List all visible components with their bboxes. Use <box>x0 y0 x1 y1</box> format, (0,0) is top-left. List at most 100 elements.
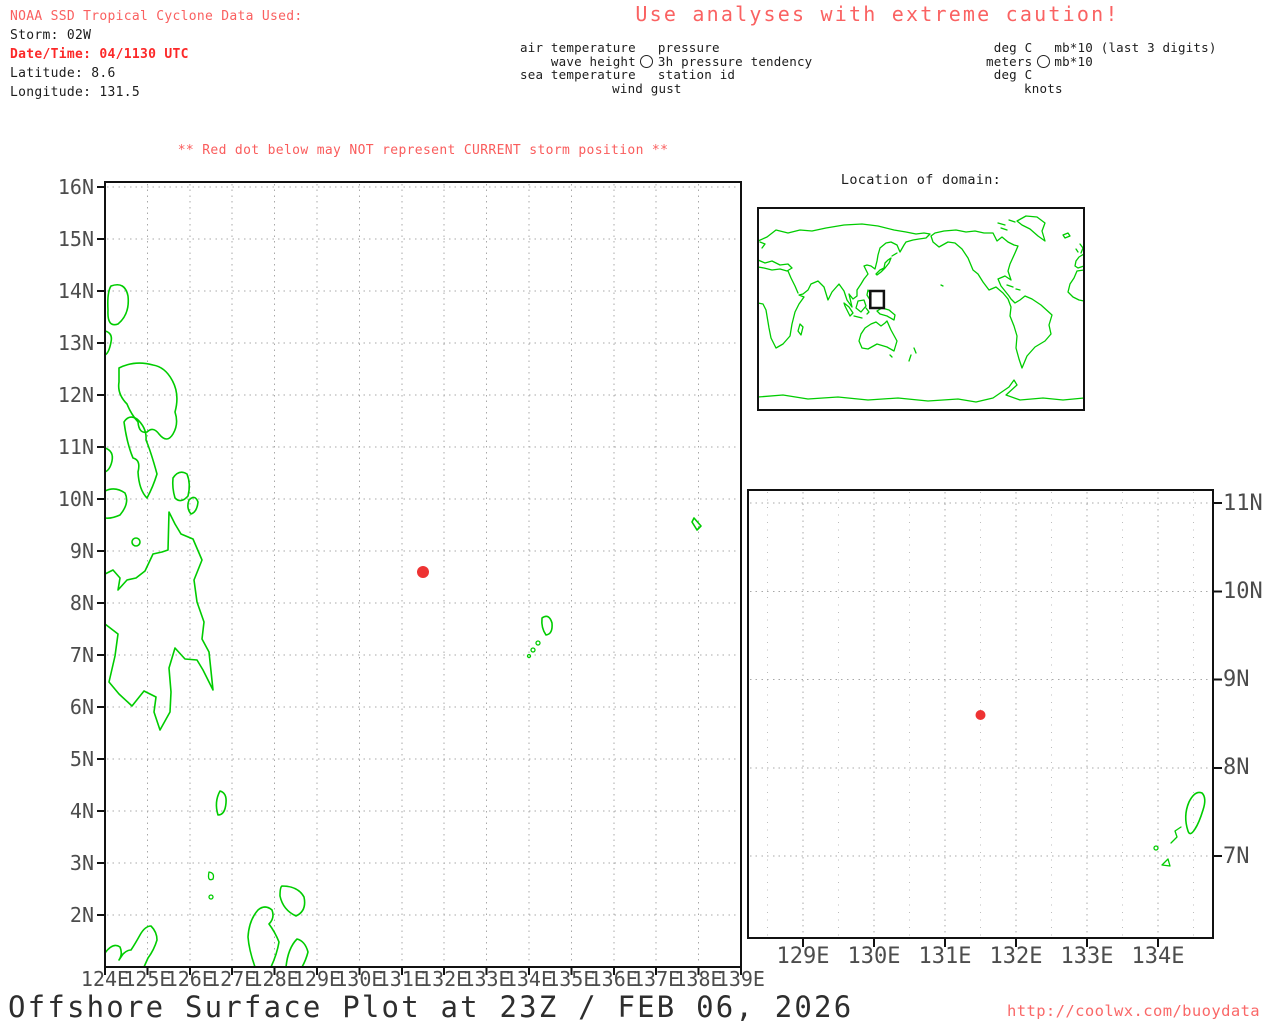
coastline-palau-koror <box>1171 827 1181 843</box>
coastline-islet <box>209 895 213 899</box>
lat-tick-label: 3N <box>70 851 94 875</box>
lon-tick-label: 134E <box>1132 944 1185 969</box>
lon-tick-label: 136E <box>590 969 638 989</box>
source-url-link[interactable]: http://coolwx.com/buoydata <box>1007 1002 1260 1020</box>
coastline-new-guinea <box>877 308 895 320</box>
lon-tick-label: 138E <box>674 969 722 989</box>
lat-tick-label: 12N <box>58 383 94 407</box>
unit-knots: knots <box>1024 82 1063 96</box>
coastline-caribbean <box>1007 285 1020 290</box>
coastline-afro-eurasia <box>758 224 930 348</box>
coastline-mindanao <box>105 512 213 730</box>
units-legend: deg C mb*10 (last 3 digits) meters mb*10… <box>986 41 1217 95</box>
world-inset-map <box>758 208 1084 410</box>
world-coastlines <box>758 216 1084 402</box>
lat-tick-label: 7N <box>70 643 94 667</box>
lat-tick-label: 9N <box>1223 667 1250 692</box>
storm-position-warning: ** Red dot below may NOT represent CURRE… <box>105 143 741 158</box>
coastline-japan <box>876 253 897 275</box>
lon-tick-label: 130E <box>335 969 383 989</box>
legend-pressure: pressure <box>658 41 813 55</box>
coastline-indonesia <box>798 300 869 335</box>
main-map-lon-axis: 124E125E126E127E128E129E130E131E132E133E… <box>105 969 741 989</box>
lat-tick-label: 5N <box>70 747 94 771</box>
lat-tick-label: 2N <box>70 903 94 927</box>
lat-tick-label: 4N <box>70 799 94 823</box>
legend-wind-gust: wind gust <box>612 82 682 96</box>
coastline-halmahera-east <box>286 939 308 967</box>
lat-tick-label: 11N <box>1223 491 1263 516</box>
zoom-map-lon-axis: 129E130E131E132E133E134E <box>803 944 1158 969</box>
lon-tick-label: 125E <box>123 969 171 989</box>
lon-tick-label: 133E <box>1061 944 1114 969</box>
coastline-siargao <box>188 497 198 514</box>
zoom-map-graticule <box>750 492 1222 947</box>
lat-tick-label: 8N <box>70 591 94 615</box>
unit-meters: meters <box>986 55 1032 69</box>
legend-station-id: station id <box>658 68 813 82</box>
coastline-iberia-west-africa <box>1068 254 1084 301</box>
coastline-yap <box>692 518 701 530</box>
station-circle-icon <box>1037 55 1050 68</box>
lon-tick-label: 126E <box>166 969 214 989</box>
lat-tick-label: 13N <box>58 331 94 355</box>
coastline-hawaii <box>941 285 943 286</box>
coastline-greenland <box>1017 216 1045 241</box>
coastline-europe-mediterranean <box>758 242 798 293</box>
coastline-iceland <box>1063 233 1070 238</box>
lon-tick-label: 132E <box>420 969 468 989</box>
unit-deg-c-air: deg C <box>986 41 1032 55</box>
coastline-arctic-islands <box>998 220 1015 230</box>
storm-info-block: NOAA SSD Tropical Cyclone Data Used: Sto… <box>10 7 303 102</box>
coastline-bohol <box>105 489 127 518</box>
coastline-morotai <box>280 886 305 916</box>
station-model-legend: air temperature pressure wave height 3h … <box>520 41 812 95</box>
coastline-camiguin <box>132 538 140 546</box>
station-circle-icon <box>640 55 653 68</box>
lon-tick-label: 137E <box>632 969 680 989</box>
legend-sea-temperature: sea temperature <box>520 68 636 82</box>
offshore-surface-plot-page: NOAA SSD Tropical Cyclone Data Used: Sto… <box>0 0 1280 1024</box>
lon-tick-label: 129E <box>293 969 341 989</box>
coastline-australia <box>859 321 897 357</box>
coastline-antarctica <box>758 380 1084 402</box>
lon-tick-label: 131E <box>919 944 972 969</box>
data-source-line: NOAA SSD Tropical Cyclone Data Used: <box>10 7 303 26</box>
storm-id-line: Storm: 02W <box>10 26 303 45</box>
lon-tick-label: 131E <box>378 969 426 989</box>
coastline-palau-islet <box>531 648 535 652</box>
coastline-british-isles <box>1076 244 1083 253</box>
legend-air-temperature: air temperature <box>520 41 636 55</box>
storm-position-dot <box>417 566 429 578</box>
zoom-map-lat-axis: 11N10N9N8N7N <box>1223 503 1280 856</box>
lon-tick-label: 139E <box>717 969 765 989</box>
lat-tick-label: 9N <box>70 539 94 563</box>
plot-title: Offshore Surface Plot at 23Z / FEB 06, 2… <box>8 992 853 1022</box>
lat-tick-label: 10N <box>1223 579 1263 604</box>
lat-tick-label: 8N <box>1223 755 1250 780</box>
legend-pressure-tendency: 3h pressure tendency <box>658 55 813 69</box>
coastline-sulawesi <box>105 926 157 967</box>
lon-tick-label: 124E <box>81 969 129 989</box>
lon-tick-label: 133E <box>462 969 510 989</box>
lon-tick-label: 135E <box>547 969 595 989</box>
main-map-lat-axis: 16N15N14N13N12N11N10N9N8N7N6N5N4N3N2N <box>18 187 94 915</box>
lat-tick-label: 15N <box>58 227 94 251</box>
lat-tick-label: 6N <box>70 695 94 719</box>
zoom-map-coastlines <box>1154 792 1205 866</box>
lon-tick-label: 127E <box>208 969 256 989</box>
coastline-islet <box>209 872 214 880</box>
coastline-new-zealand <box>909 348 916 361</box>
lon-tick-label: 128E <box>250 969 298 989</box>
unit-deg-c-sea: deg C <box>986 68 1032 82</box>
legend-wave-height: wave height <box>520 55 636 69</box>
coastline-palau-islet <box>1162 859 1170 866</box>
lat-tick-label: 10N <box>58 487 94 511</box>
caution-headline: Use analyses with extreme caution! <box>620 2 1135 26</box>
coastline-palau-islet <box>528 655 531 658</box>
coastline-dinagat <box>173 472 190 500</box>
unit-pressure-mb: mb*10 (last 3 digits) <box>1054 41 1216 55</box>
unit-tendency-mb: mb*10 <box>1054 55 1216 69</box>
storm-datetime-line: Date/Time: 04/1130 UTC <box>10 45 303 64</box>
lat-tick-label: 14N <box>58 279 94 303</box>
